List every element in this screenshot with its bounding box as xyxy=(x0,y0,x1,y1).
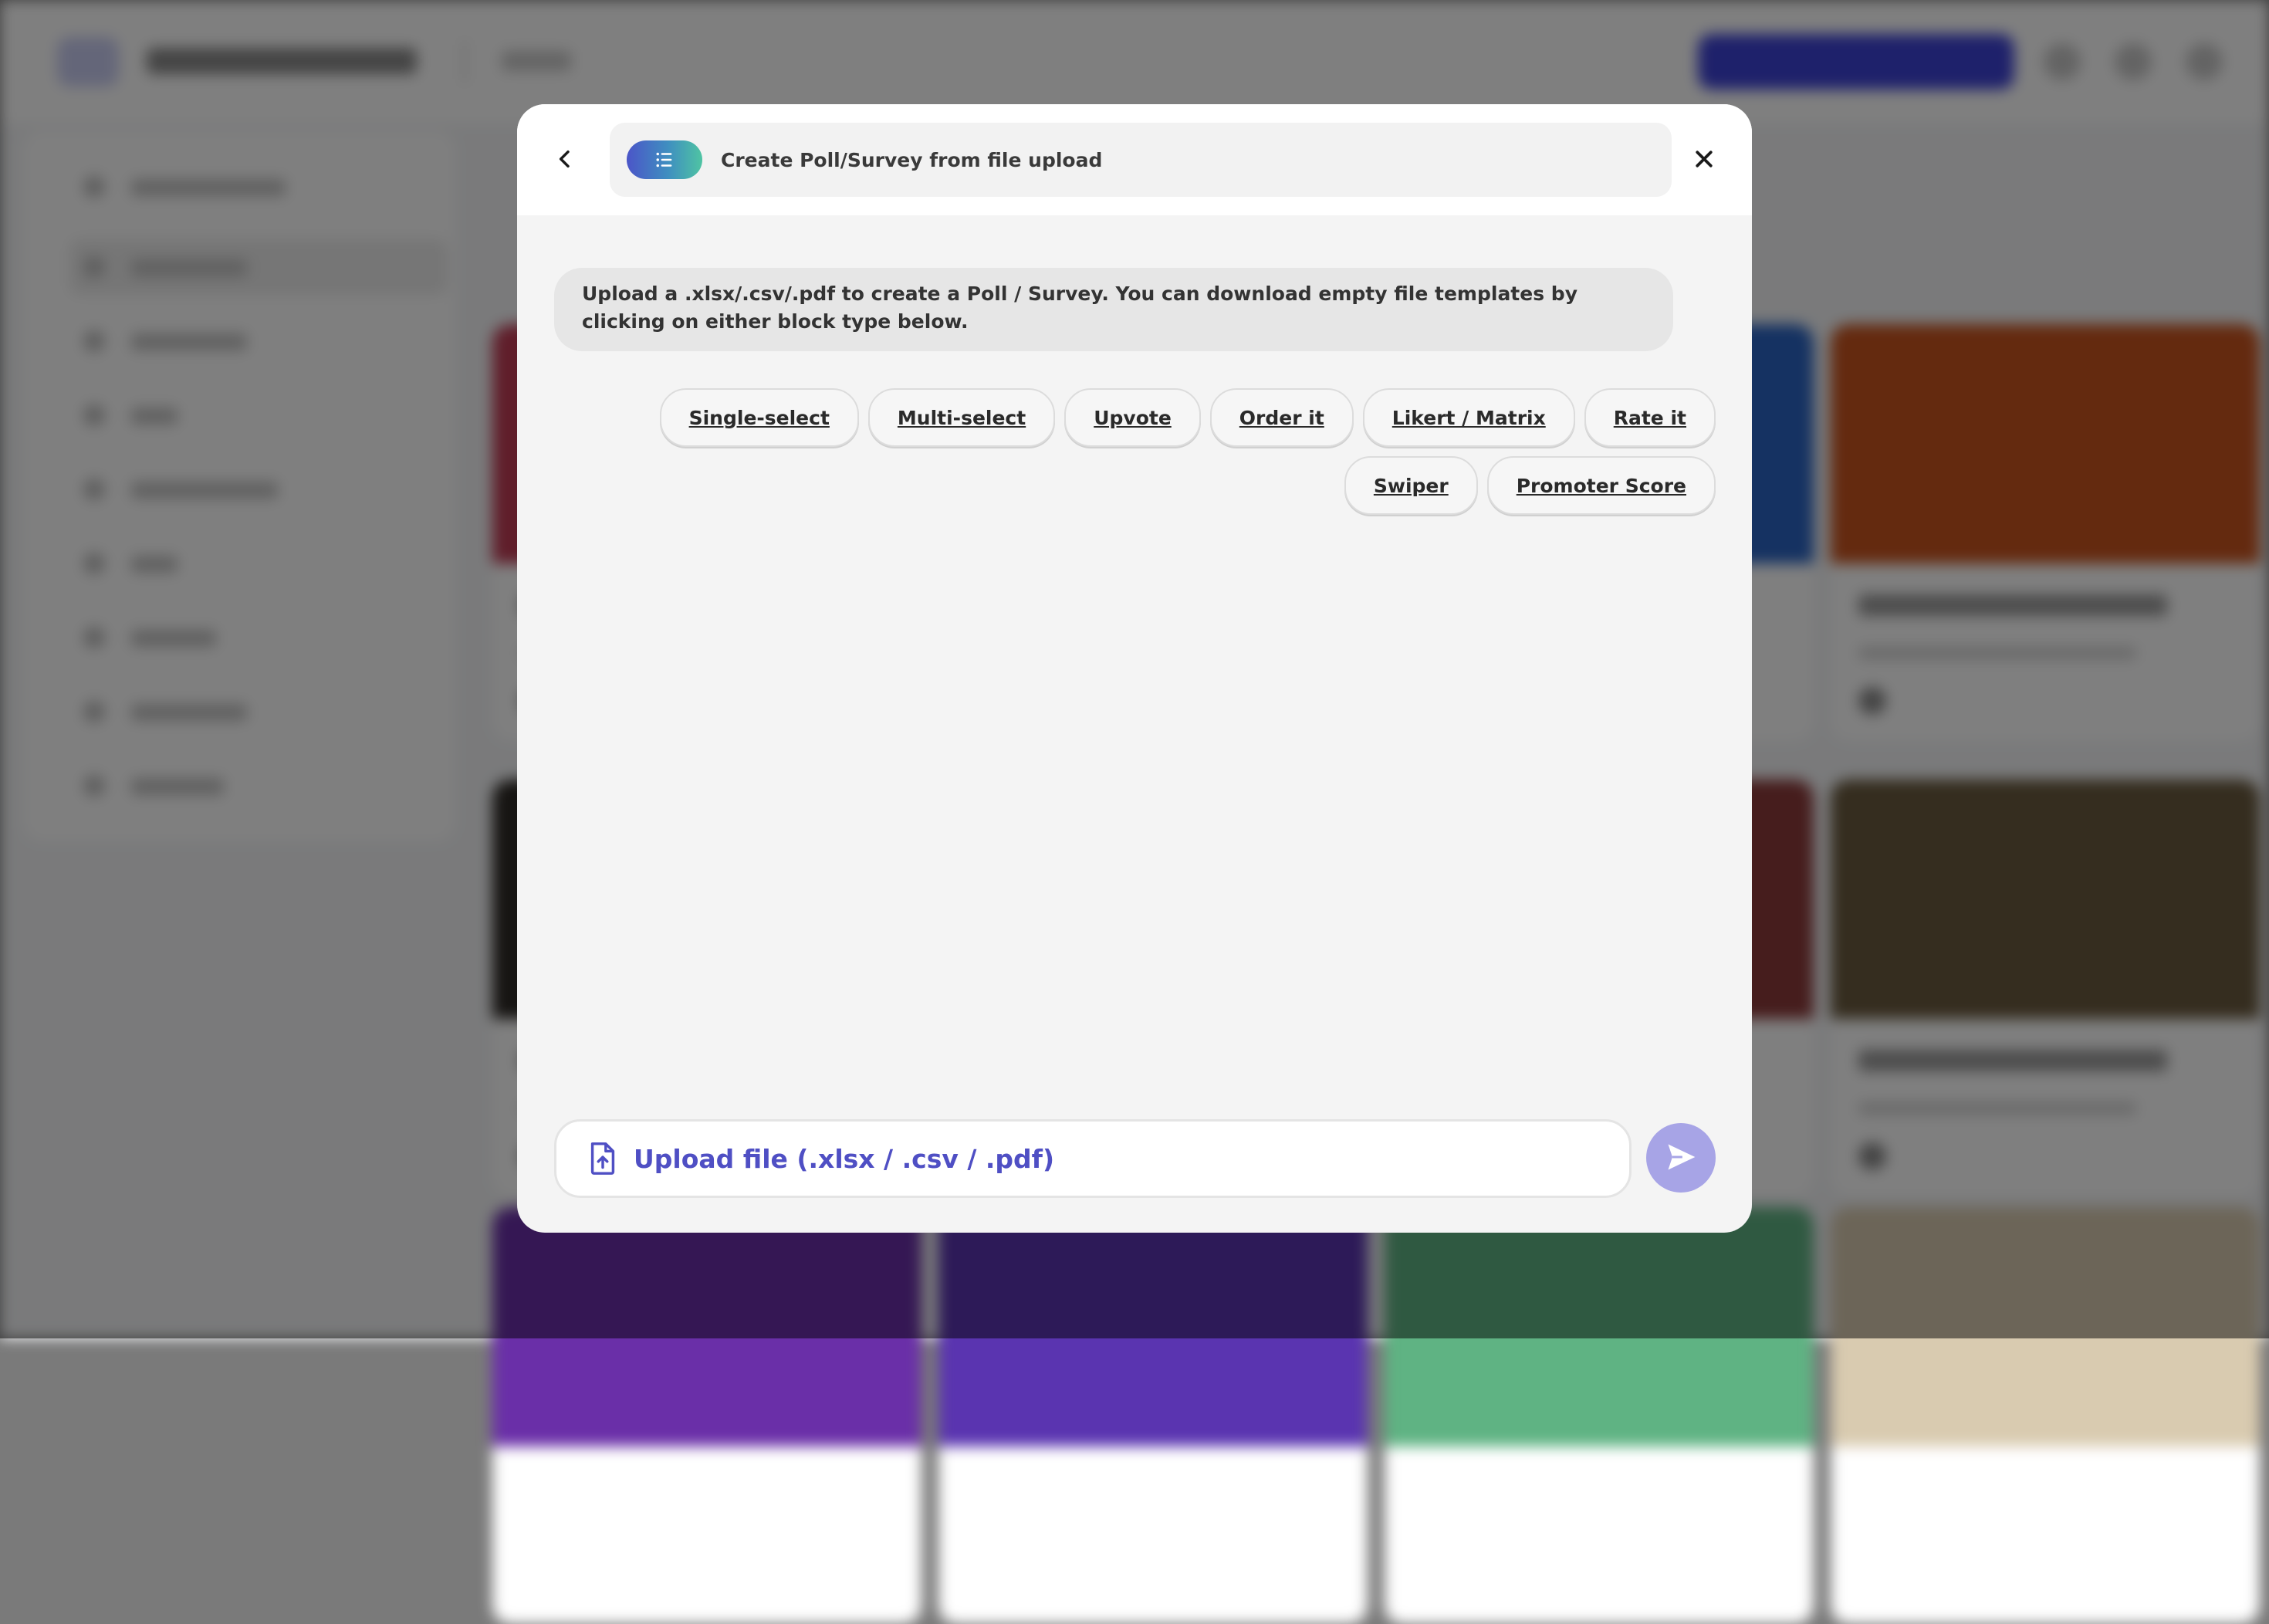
upload-file-button[interactable]: Upload file (.xlsx / .csv / .pdf) xyxy=(554,1119,1632,1198)
close-icon xyxy=(1692,147,1716,173)
back-button[interactable] xyxy=(542,137,588,183)
modal-title-bar: Create Poll/Survey from file upload xyxy=(610,123,1672,197)
create-poll-modal: Create Poll/Survey from file upload Uplo… xyxy=(517,104,1752,1233)
template-likert-matrix[interactable]: Likert / Matrix xyxy=(1362,388,1575,447)
template-single-select[interactable]: Single-select xyxy=(659,388,859,447)
close-button[interactable] xyxy=(1681,137,1727,183)
template-rate-it[interactable]: Rate it xyxy=(1584,388,1716,447)
chevron-left-icon xyxy=(553,147,577,174)
send-button[interactable] xyxy=(1646,1123,1716,1193)
upload-instructions: Upload a .xlsx/.csv/.pdf to create a Pol… xyxy=(554,268,1673,351)
modal-header: Create Poll/Survey from file upload xyxy=(517,104,1752,215)
upload-file-label: Upload file (.xlsx / .csv / .pdf) xyxy=(634,1143,1055,1174)
send-icon xyxy=(1664,1140,1698,1176)
template-multi-select[interactable]: Multi-select xyxy=(867,388,1056,447)
file-upload-icon xyxy=(586,1140,620,1177)
template-upvote[interactable]: Upvote xyxy=(1064,388,1201,447)
block-type-templates: Single-select Multi-select Upvote Order … xyxy=(604,388,1716,515)
modal-title: Create Poll/Survey from file upload xyxy=(721,148,1103,171)
template-order-it[interactable]: Order it xyxy=(1209,388,1354,447)
template-swiper[interactable]: Swiper xyxy=(1344,456,1478,515)
list-icon xyxy=(627,140,702,179)
template-promoter-score[interactable]: Promoter Score xyxy=(1486,456,1716,515)
